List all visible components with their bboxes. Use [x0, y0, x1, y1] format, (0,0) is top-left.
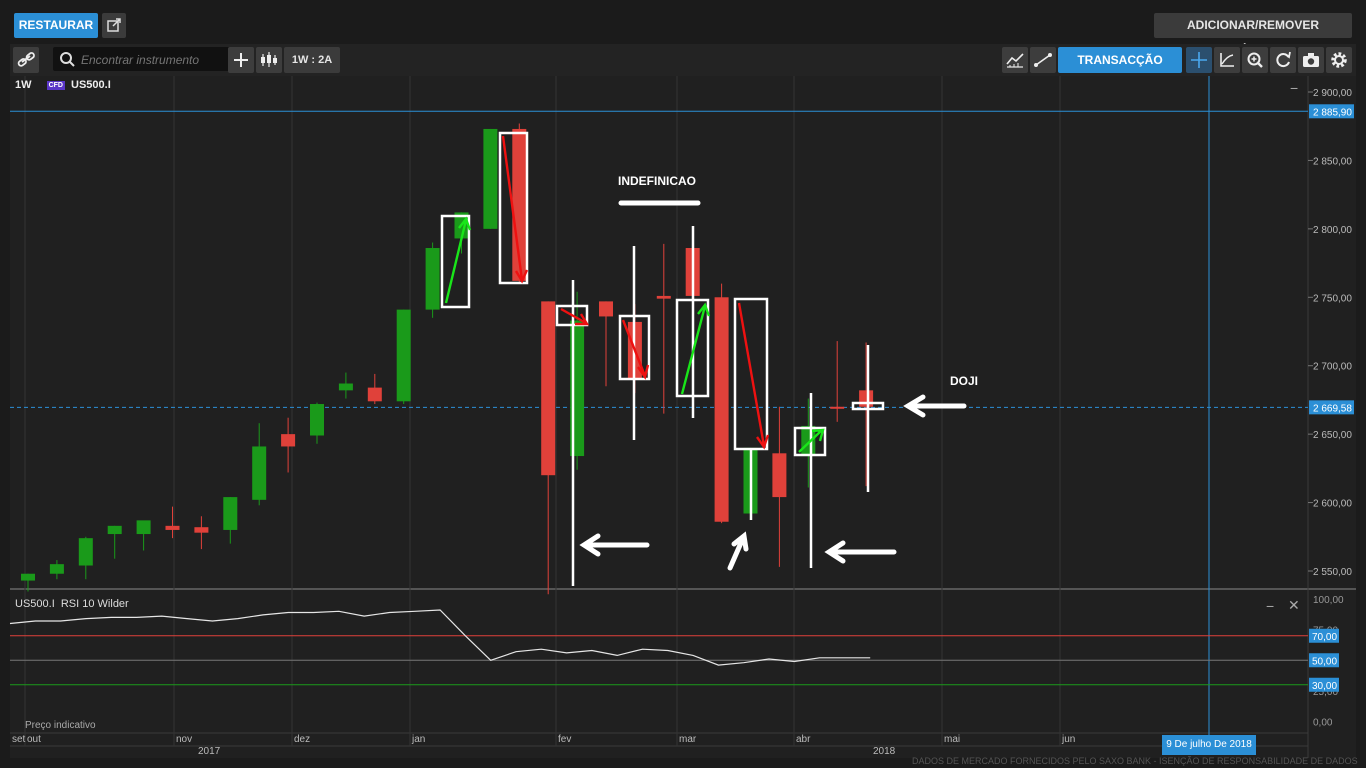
candle-body — [772, 453, 787, 498]
price-tick-label: 2 900,00 — [1313, 88, 1352, 99]
candle-body — [223, 497, 238, 530]
month-label: jan — [411, 734, 425, 745]
rsi-close-button[interactable]: ✕ — [1288, 597, 1300, 614]
indicative-price-note: Preço indicativo — [25, 720, 96, 731]
month-label: mai — [944, 734, 960, 745]
candle-body — [599, 301, 613, 317]
candle-body — [78, 538, 93, 566]
candle-body — [714, 297, 729, 522]
candle-body — [252, 446, 267, 500]
crosshair-date-label: 9 De julho De 2018 — [1162, 735, 1256, 755]
month-label: jun — [1061, 734, 1075, 745]
price-tick-label: 2 800,00 — [1313, 225, 1352, 236]
price-tick-label: 2 700,00 — [1313, 362, 1352, 373]
candle-body — [367, 387, 382, 402]
year-label: 2018 — [873, 746, 896, 757]
price-tick-label: 2 750,00 — [1313, 293, 1352, 304]
candle-body — [21, 573, 35, 581]
rsi-tick-label: 100,00 — [1313, 595, 1344, 606]
candle-body — [656, 295, 671, 299]
rsi-title: US500.I RSI 10 Wilder — [15, 598, 129, 610]
month-label: set — [12, 734, 26, 745]
month-label: nov — [176, 734, 192, 745]
minimize-button[interactable]: − — [1290, 80, 1298, 96]
price-tick-label: 2 850,00 — [1313, 156, 1352, 167]
data-disclaimer[interactable]: DADOS DE MERCADO FORNECIDOS PELO SAXO BA… — [912, 756, 1358, 766]
cfd-badge: CFD — [46, 80, 65, 90]
high-price-label: 2 885,90 — [1313, 107, 1352, 118]
candle-body — [281, 434, 296, 447]
candle-body — [425, 248, 440, 310]
price-chart[interactable]: INDEFINICAO DOJI set out nov dez jan fev mar ab… — [0, 0, 1366, 768]
candle-body — [107, 525, 122, 535]
price-tick-label: 2 550,00 — [1313, 567, 1352, 578]
candle-body — [194, 527, 209, 533]
chart-header: 1W CFD US500.I — [15, 79, 111, 95]
candle-body — [483, 128, 498, 229]
candle-body — [541, 301, 556, 476]
candle-body — [49, 564, 64, 574]
month-label: abr — [796, 734, 811, 745]
rsi-level-label: 70,00 — [1312, 632, 1337, 643]
month-label: dez — [294, 734, 310, 745]
month-label: out — [27, 734, 41, 745]
candle-body — [338, 383, 353, 391]
interval-label: 1W — [15, 79, 32, 91]
rsi-tick-label: 0,00 — [1313, 718, 1333, 729]
month-label: fev — [558, 734, 571, 745]
annotation-doji: DOJI — [950, 374, 978, 388]
annotation-indefinicao: INDEFINICAO — [618, 174, 696, 188]
candle-body — [136, 520, 151, 535]
candle-body — [396, 309, 411, 402]
rsi-minimize-button[interactable]: − — [1266, 598, 1274, 614]
candle-body — [830, 406, 845, 409]
candle-body — [859, 390, 874, 407]
price-tick-label: 2 600,00 — [1313, 499, 1352, 510]
candle-body — [310, 404, 324, 436]
rsi-level-label: 30,00 — [1312, 681, 1337, 692]
price-tick-label: 2 650,00 — [1313, 430, 1352, 441]
month-label: mar — [679, 734, 697, 745]
candle-body — [165, 525, 180, 530]
year-label: 2017 — [198, 746, 221, 757]
last-price-label: 2 669,58 — [1313, 403, 1352, 414]
instrument-label[interactable]: US500.I — [71, 79, 111, 91]
rsi-level-label: 50,00 — [1312, 656, 1337, 667]
